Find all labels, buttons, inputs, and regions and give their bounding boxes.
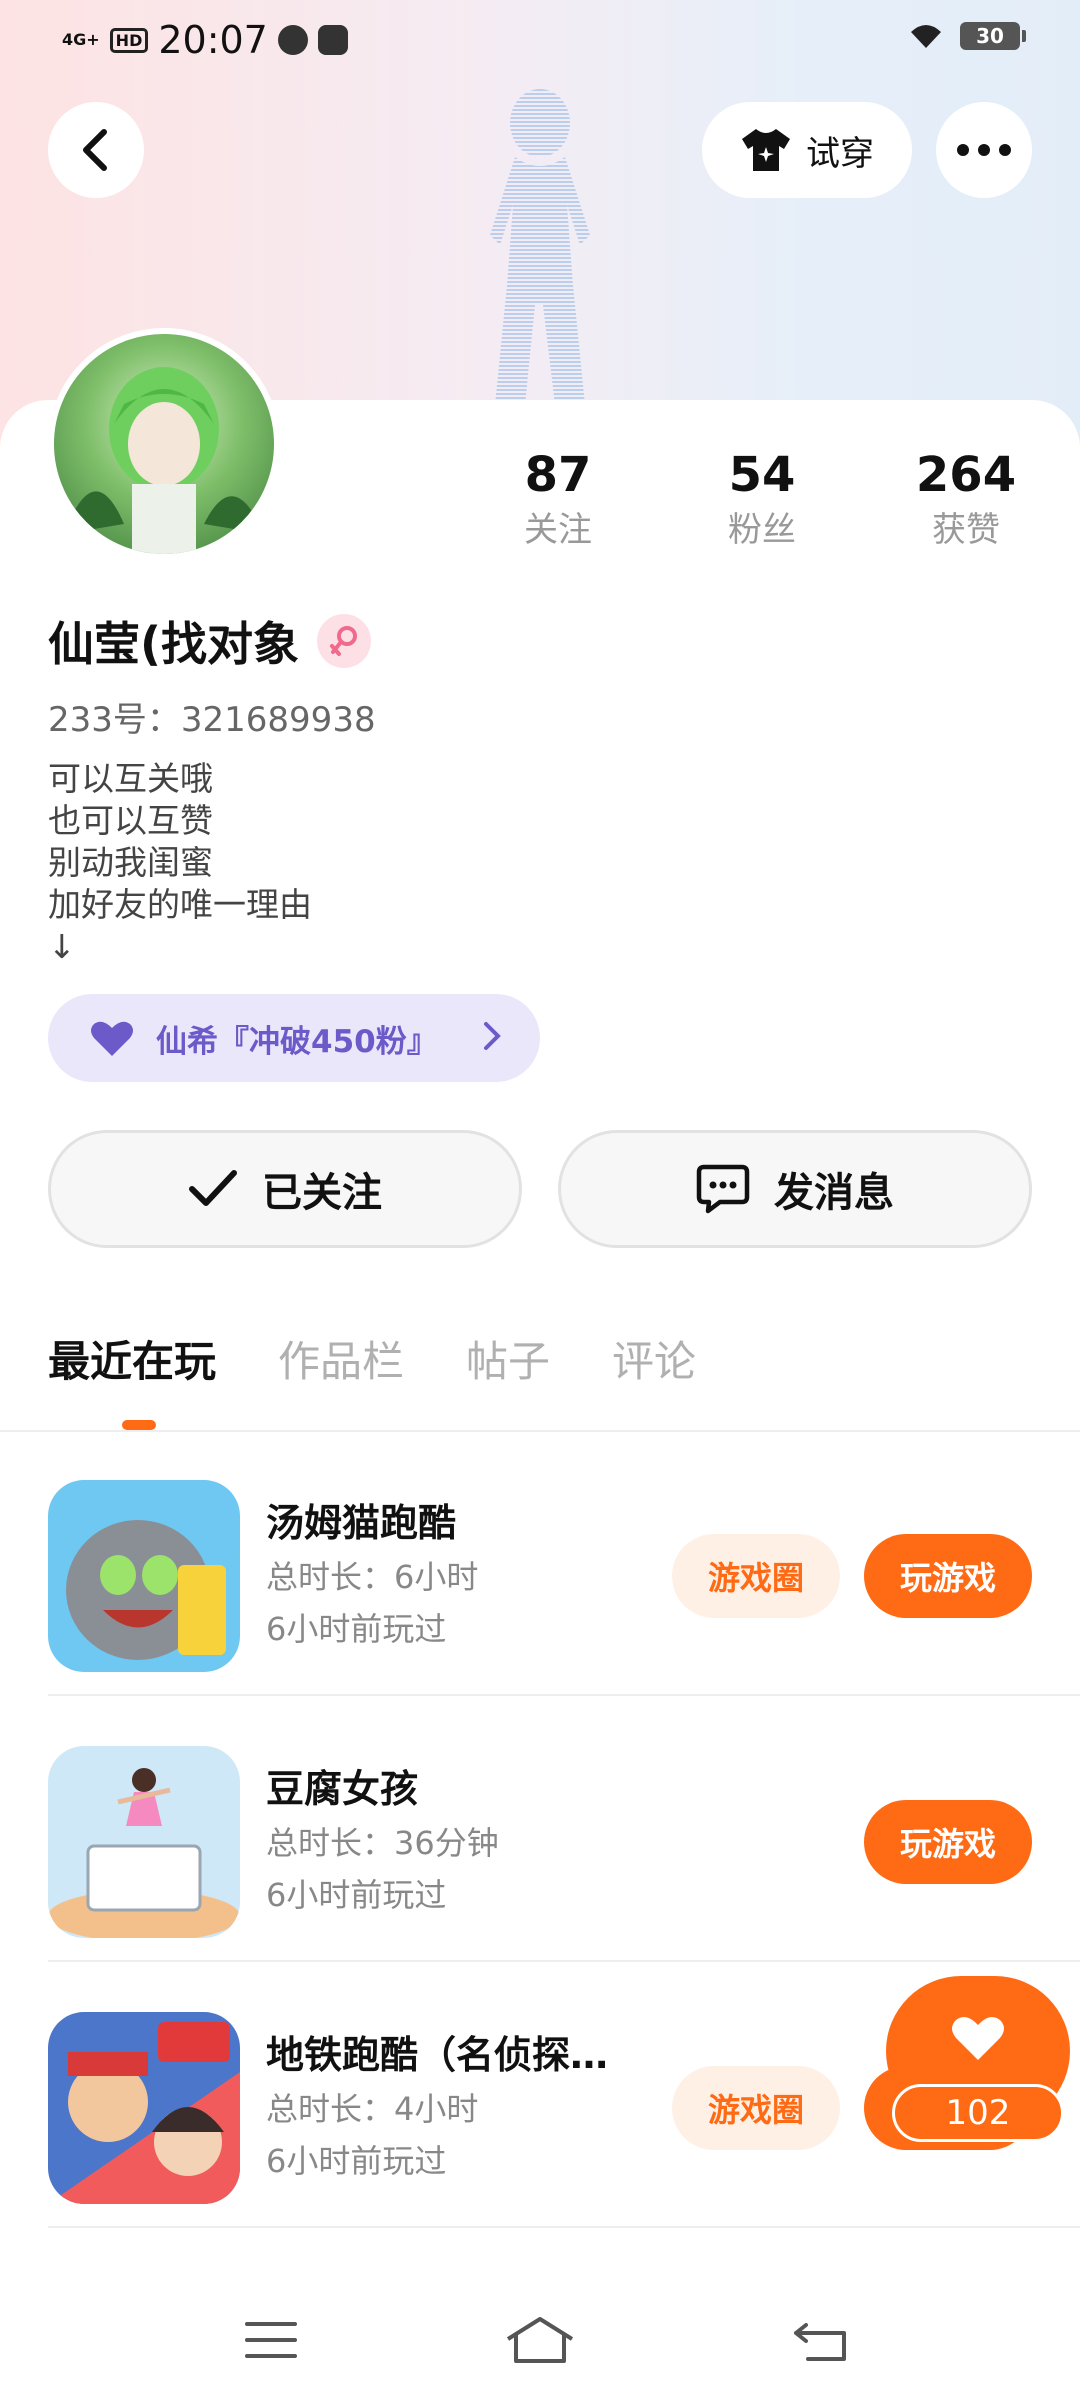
home-icon[interactable]	[500, 2310, 580, 2370]
profile-stats: 87 关注 54 粉丝 264 获赞	[0, 445, 1080, 565]
heart-icon	[91, 1021, 133, 1056]
send-message-button[interactable]: 发消息	[558, 1130, 1032, 1248]
back-arrow-icon[interactable]	[782, 2310, 862, 2370]
followed-label: 已关注	[262, 1170, 382, 1216]
divider	[48, 2226, 1080, 2228]
back-button[interactable]	[48, 102, 144, 198]
chat-bubble-icon	[696, 1164, 750, 1214]
chevron-left-icon	[83, 129, 107, 171]
character-hologram	[490, 89, 590, 405]
game-duration: 总时长：4小时	[266, 2090, 479, 2128]
battery-indicator: 30	[960, 22, 1026, 50]
tab-indicator	[122, 1420, 156, 1430]
game-title: 汤姆猫跑酷	[266, 1501, 457, 1545]
profile-tabs: 最近在玩 作品栏 帖子 评论	[48, 1330, 696, 1394]
fan-group-pill[interactable]: 仙希『冲破450粉』	[48, 994, 540, 1082]
game-list-item[interactable]: 汤姆猫跑酷 总时长：6小时 6小时前玩过 游戏圈 玩游戏	[48, 1430, 1080, 1696]
tab-posts[interactable]: 帖子	[466, 1330, 550, 1394]
message-notification-icon	[277, 25, 308, 55]
game-circle-button[interactable]: 游戏圈	[672, 2066, 840, 2150]
tab-comments[interactable]: 评论	[612, 1330, 696, 1394]
game-icon-subway-surfers	[48, 2012, 240, 2204]
more-button[interactable]	[936, 102, 1032, 198]
wifi-icon	[911, 25, 941, 48]
stat-followers[interactable]: 54 粉丝	[682, 445, 842, 555]
game-title: 地铁跑酷（名侦探…	[266, 2033, 609, 2077]
game-circle-button[interactable]: 游戏圈	[672, 1534, 840, 1618]
stat-value: 87	[524, 447, 592, 503]
menu-icon[interactable]	[231, 2310, 311, 2370]
profile-bio: 可以互关哦 也可以互赞 别动我闺蜜 加好友的唯一理由 ↓	[48, 759, 312, 966]
media-notification-icon	[317, 25, 348, 55]
chevron-right-icon	[484, 1022, 501, 1050]
game-icon-tofu-girl	[48, 1746, 240, 1938]
play-game-button[interactable]: 玩游戏	[864, 1534, 1032, 1618]
game-last-played: 6小时前玩过	[266, 1610, 447, 1648]
message-label: 发消息	[774, 1170, 894, 1216]
tab-works[interactable]: 作品栏	[278, 1330, 404, 1394]
floating-like-button[interactable]: 102	[884, 1976, 1072, 2156]
stat-label: 关注	[524, 510, 592, 550]
stat-value: 54	[728, 447, 796, 503]
hd-indicator: HD	[109, 27, 149, 53]
game-duration: 总时长：6小时	[266, 1558, 479, 1596]
user-id: 233号：321689938	[48, 700, 376, 740]
try-on-label: 试穿	[806, 133, 874, 174]
game-title: 豆腐女孩	[266, 1767, 419, 1811]
clock: 20:07	[158, 18, 268, 62]
followed-button[interactable]: 已关注	[48, 1130, 522, 1248]
stat-following[interactable]: 87 关注	[478, 445, 638, 555]
system-nav-bar	[0, 2290, 1080, 2400]
profile-name: 仙莹(找对象	[48, 617, 300, 671]
heart-icon	[952, 2016, 1004, 2060]
like-count: 102	[892, 2084, 1064, 2142]
play-game-button[interactable]: 玩游戏	[864, 1800, 1032, 1884]
try-on-button[interactable]: 试穿	[702, 102, 912, 198]
status-bar: 4G+ HD 20:07 30	[0, 0, 1080, 80]
game-icon-talking-tom	[48, 1480, 240, 1672]
stat-likes[interactable]: 264 获赞	[886, 445, 1046, 555]
game-list-item[interactable]: 豆腐女孩 总时长：36分钟 6小时前玩过 玩游戏	[48, 1696, 1080, 1962]
stat-value: 264	[915, 447, 1017, 503]
game-last-played: 6小时前玩过	[266, 1876, 447, 1914]
female-icon	[317, 614, 372, 668]
fan-group-label: 仙希『冲破450粉』	[156, 1023, 438, 1060]
network-indicator: 4G+	[62, 30, 100, 49]
check-icon	[189, 1170, 237, 1206]
stat-label: 粉丝	[728, 510, 796, 550]
game-last-played: 6小时前玩过	[266, 2142, 447, 2180]
tab-recently-played[interactable]: 最近在玩	[48, 1330, 216, 1394]
stat-label: 获赞	[932, 510, 1000, 550]
tshirt-icon	[742, 129, 790, 171]
more-dots-icon	[957, 144, 1011, 156]
game-duration: 总时长：36分钟	[266, 1824, 499, 1862]
name-row: 仙莹(找对象	[48, 608, 372, 674]
